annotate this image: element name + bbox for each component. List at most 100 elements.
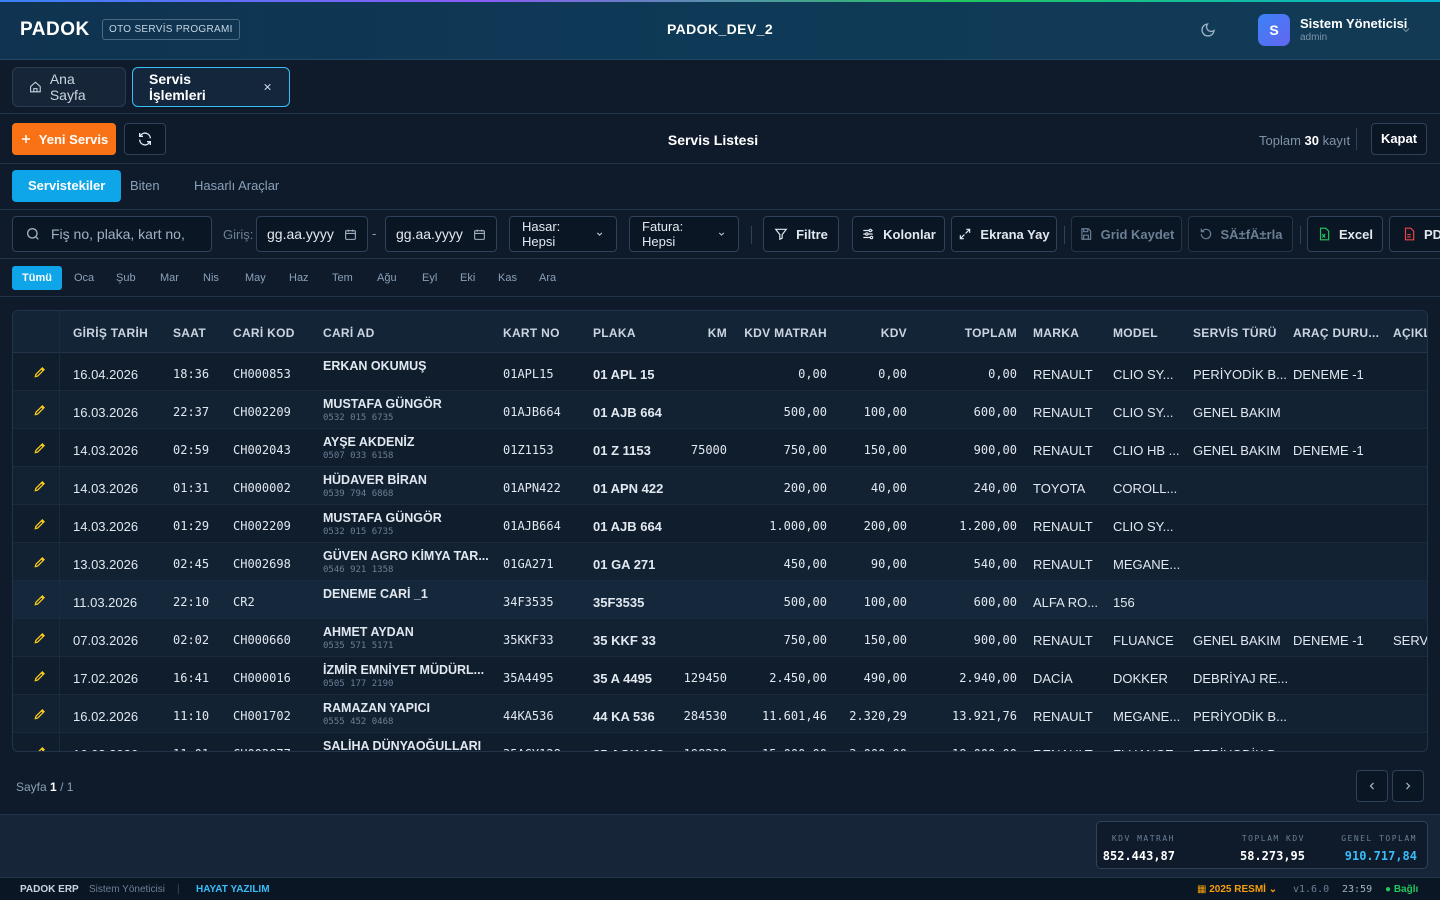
- cell-time: 01:29: [173, 519, 210, 533]
- calendar-icon[interactable]: [473, 228, 486, 241]
- month-2[interactable]: Şub: [106, 266, 146, 290]
- column-header-card[interactable]: KART NO: [503, 326, 560, 340]
- month-9[interactable]: Eyl: [412, 266, 447, 290]
- month-4[interactable]: Nis: [193, 266, 229, 290]
- column-header-type[interactable]: SERVİS TÜRÜ: [1193, 326, 1277, 340]
- edit-icon[interactable]: [33, 631, 47, 645]
- tab-damaged-vehicles[interactable]: Hasarlı Araçlar: [178, 170, 295, 202]
- month-6[interactable]: Haz: [279, 266, 319, 290]
- cell-brand: RENAULT: [1033, 557, 1093, 572]
- edit-icon[interactable]: [33, 517, 47, 531]
- prev-page-button[interactable]: [1356, 770, 1388, 802]
- avatar[interactable]: S: [1258, 14, 1290, 46]
- cell-matrah: 11.601,46: [761, 709, 827, 723]
- reset-button[interactable]: SÄ±fÄ±rla: [1188, 216, 1293, 252]
- column-header-plate[interactable]: PLAKA: [593, 326, 636, 340]
- calendar-icon[interactable]: [344, 228, 357, 241]
- table-row[interactable]: 16.04.2026 18:36 CH000853 ERKAN OKUMUŞ 01APL…: [13, 353, 1427, 391]
- table-row[interactable]: 16.02.2026 11:01 CH002077 SALİHA DÜNYAOĞULL…: [13, 733, 1427, 752]
- edit-icon[interactable]: [33, 403, 47, 417]
- grand-total: GENEL TOPLAM 910.717,84: [1317, 834, 1417, 863]
- cell-date: 14.03.2026: [73, 519, 139, 534]
- pdf-button[interactable]: PDF: [1389, 216, 1440, 252]
- month-3[interactable]: Mar: [150, 266, 189, 290]
- edit-icon[interactable]: [33, 707, 47, 721]
- cell-type: PERİYODİK B...: [1193, 367, 1287, 382]
- new-service-button[interactable]: Yeni Servis: [12, 123, 116, 155]
- close-button[interactable]: Kapat: [1371, 123, 1427, 155]
- month-11[interactable]: Kas: [488, 266, 527, 290]
- edit-icon[interactable]: [33, 745, 47, 752]
- tab-finished[interactable]: Biten: [114, 170, 176, 202]
- search-input[interactable]: [51, 226, 201, 242]
- column-header-code[interactable]: CARİ KOD: [233, 326, 295, 340]
- tab-service-ops[interactable]: Servis İşlemleri: [132, 67, 290, 107]
- cell-phone: 0507 033 6158: [323, 451, 394, 461]
- table-row[interactable]: 16.02.2026 11:10 CH001702 RAMAZAN YAPICI 055…: [13, 695, 1427, 733]
- column-header-brand[interactable]: MARKA: [1033, 326, 1079, 340]
- period-selector[interactable]: ▦ 2025 RESMİ ⌄: [1197, 884, 1277, 895]
- month-7[interactable]: Tem: [322, 266, 363, 290]
- column-header-time[interactable]: SAAT: [173, 326, 206, 340]
- column-header-total[interactable]: TOPLAM: [965, 326, 1017, 340]
- cell-time: 02:02: [173, 633, 210, 647]
- table-row[interactable]: 14.03.2026 01:29 CH002209 MUSTAFA GÜNGÖR 053…: [13, 505, 1427, 543]
- table-row[interactable]: 14.03.2026 02:59 CH002043 AYŞE AKDENİZ 0507 …: [13, 429, 1427, 467]
- chevron-left-icon: [1369, 782, 1374, 790]
- cell-matrah: 750,00: [783, 443, 827, 457]
- edit-icon[interactable]: [33, 669, 47, 683]
- date-to-input[interactable]: gg.aa.yyyy: [385, 216, 497, 252]
- next-page-button[interactable]: [1392, 770, 1424, 802]
- status-tabs: Servistekiler Biten Hasarlı Araçlar: [0, 164, 1440, 209]
- month-12[interactable]: Ara: [529, 266, 566, 290]
- cell-date: 07.03.2026: [73, 633, 139, 648]
- column-header-kdv[interactable]: KDV: [881, 326, 907, 340]
- month-10[interactable]: Eki: [450, 266, 485, 290]
- invoice-select[interactable]: Fatura: Hepsi: [629, 216, 739, 252]
- cell-total: 2.940,00: [959, 671, 1017, 685]
- cell-code: CH000016: [233, 671, 291, 685]
- table-row[interactable]: 14.03.2026 01:31 CH000002 HÜDAVER BİRAN 0539…: [13, 467, 1427, 505]
- month-8[interactable]: Ağu: [367, 266, 407, 290]
- month-5[interactable]: May: [235, 266, 276, 290]
- columns-button[interactable]: Kolonlar: [852, 216, 945, 252]
- close-icon[interactable]: [262, 81, 273, 93]
- cell-date: 16.02.2026: [73, 709, 139, 724]
- edit-icon[interactable]: [33, 441, 47, 455]
- chevron-down-icon[interactable]: [1400, 24, 1412, 36]
- moon-icon[interactable]: [1200, 22, 1216, 38]
- month-0[interactable]: Tümü: [12, 266, 62, 290]
- tab-in-service[interactable]: Servistekiler: [12, 170, 122, 202]
- column-header-model[interactable]: MODEL: [1113, 326, 1158, 340]
- refresh-button[interactable]: [124, 123, 166, 155]
- cell-model: MEGANE...: [1113, 557, 1181, 572]
- table-row[interactable]: 11.03.2026 22:10 CR2 DENEME CARİ _1 34F3535 3…: [13, 581, 1427, 619]
- edit-icon[interactable]: [33, 555, 47, 569]
- cell-date: 16.03.2026: [73, 405, 139, 420]
- cell-kdv: 150,00: [863, 443, 907, 457]
- grid-save-button[interactable]: Grid Kaydet: [1071, 216, 1182, 252]
- edit-icon[interactable]: [33, 479, 47, 493]
- table-row[interactable]: 16.03.2026 22:37 CH002209 MUSTAFA GÜNGÖR 053…: [13, 391, 1427, 429]
- fullscreen-button[interactable]: Ekrana Yay: [951, 216, 1057, 252]
- column-header-matrah[interactable]: KDV MATRAH: [744, 326, 827, 340]
- edit-icon[interactable]: [33, 593, 47, 607]
- column-header-km[interactable]: KM: [708, 326, 727, 340]
- damage-select[interactable]: Hasar: Hepsi: [509, 216, 617, 252]
- filter-button[interactable]: Filtre: [763, 216, 839, 252]
- column-header-date[interactable]: GİRİŞ TARİH: [73, 326, 148, 340]
- cell-plate: 35 KKF 33: [593, 633, 656, 648]
- table-row[interactable]: 13.03.2026 02:45 CH002698 GÜVEN AGRO KİMYA …: [13, 543, 1427, 581]
- table-row[interactable]: 07.03.2026 02:02 CH000660 AHMET AYDAN 0535 5…: [13, 619, 1427, 657]
- user-name[interactable]: Sistem Yöneticisi: [1300, 16, 1407, 31]
- month-1[interactable]: Oca: [64, 266, 104, 290]
- table-row[interactable]: 17.02.2026 16:41 CH000016 İZMİR EMNİYET MÜD…: [13, 657, 1427, 695]
- column-header-name[interactable]: CARİ AD: [323, 326, 375, 340]
- date-from-input[interactable]: gg.aa.yyyy: [256, 216, 368, 252]
- tab-home[interactable]: Ana Sayfa: [12, 67, 126, 107]
- excel-button[interactable]: Excel: [1307, 216, 1383, 252]
- column-header-state[interactable]: ARAÇ DURU...: [1293, 326, 1379, 340]
- cell-card: 01APL15: [503, 367, 554, 381]
- edit-icon[interactable]: [33, 365, 47, 379]
- column-header-desc[interactable]: AÇIKL: [1393, 326, 1427, 340]
